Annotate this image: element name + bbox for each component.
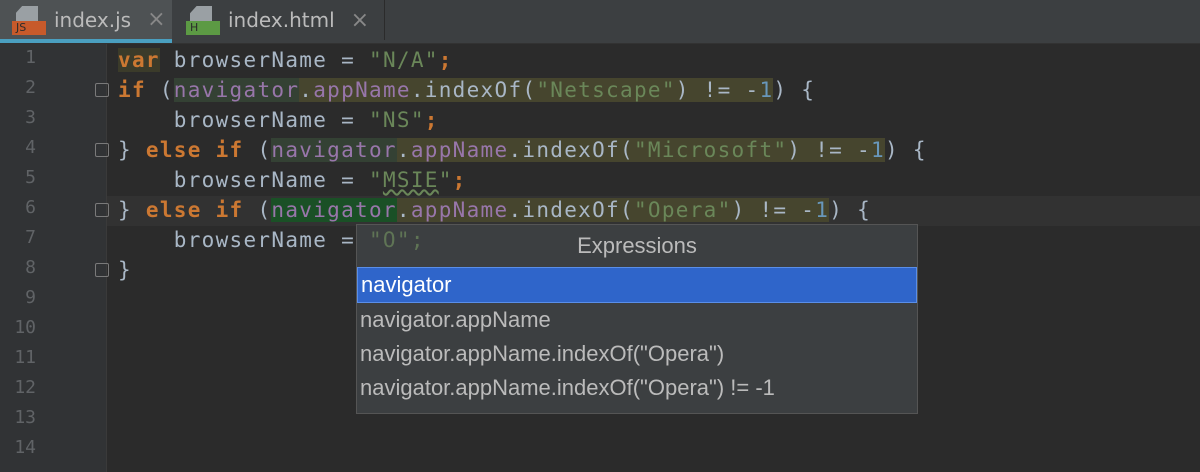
line-number: 14	[14, 437, 36, 458]
line-number: 1	[25, 47, 36, 68]
string-literal-behind-popup: "O";	[368, 228, 425, 252]
code-line-5: browserName = "MSIE";	[118, 168, 467, 192]
line-number: 5	[25, 167, 36, 188]
tab-index-html[interactable]: H index.html ×	[174, 0, 385, 40]
close-icon[interactable]: ×	[351, 8, 369, 33]
tab-label: index.html	[228, 8, 335, 32]
line-number: 10	[14, 317, 36, 338]
line-number: 2	[25, 77, 36, 98]
line-number: 6	[25, 197, 36, 218]
code-line-4: } else if (navigator.appName.indexOf("Mi…	[118, 138, 927, 162]
tab-index-js[interactable]: JS index.js ×	[0, 0, 172, 43]
line-number: 13	[14, 407, 36, 428]
code-line-7: browserName = "O";	[118, 228, 425, 252]
fold-icon[interactable]	[95, 83, 109, 97]
code-editor[interactable]: var browserName = "N/A"; if (navigator.a…	[118, 45, 926, 282]
expressions-popup: Expressions navigator navigator.appName …	[356, 224, 918, 414]
line-number: 9	[25, 287, 36, 308]
line-number: 4	[25, 137, 36, 158]
fold-icon[interactable]	[95, 143, 109, 157]
fold-icon[interactable]	[95, 203, 109, 217]
code-line-6: } else if (navigator.appName.indexOf("Op…	[118, 198, 872, 222]
editor-tab-bar: JS index.js × H index.html ×	[0, 0, 1200, 44]
line-number: 8	[25, 257, 36, 278]
code-line-8: }	[118, 258, 132, 282]
fold-icon[interactable]	[95, 263, 109, 277]
line-number: 7	[25, 227, 36, 248]
popup-title: Expressions	[577, 233, 697, 258]
expression-item[interactable]: navigator.appName	[357, 303, 917, 337]
code-line-3: browserName = "NS";	[118, 108, 439, 132]
expression-item[interactable]: navigator	[357, 267, 917, 303]
code-line-2: if (navigator.appName.indexOf("Netscape"…	[118, 78, 816, 102]
tab-label: index.js	[54, 7, 132, 32]
expression-item[interactable]: navigator.appName.indexOf("Opera")	[357, 337, 917, 371]
line-number: 12	[14, 377, 36, 398]
close-icon[interactable]: ×	[147, 7, 165, 32]
js-file-icon: JS	[12, 3, 46, 37]
expression-item[interactable]: navigator.appName.indexOf("Opera") != -1	[357, 371, 917, 405]
line-number: 3	[25, 107, 36, 128]
code-line-1: var browserName = "N/A";	[118, 48, 453, 72]
html-file-icon: H	[186, 3, 220, 37]
line-number: 11	[14, 347, 36, 368]
